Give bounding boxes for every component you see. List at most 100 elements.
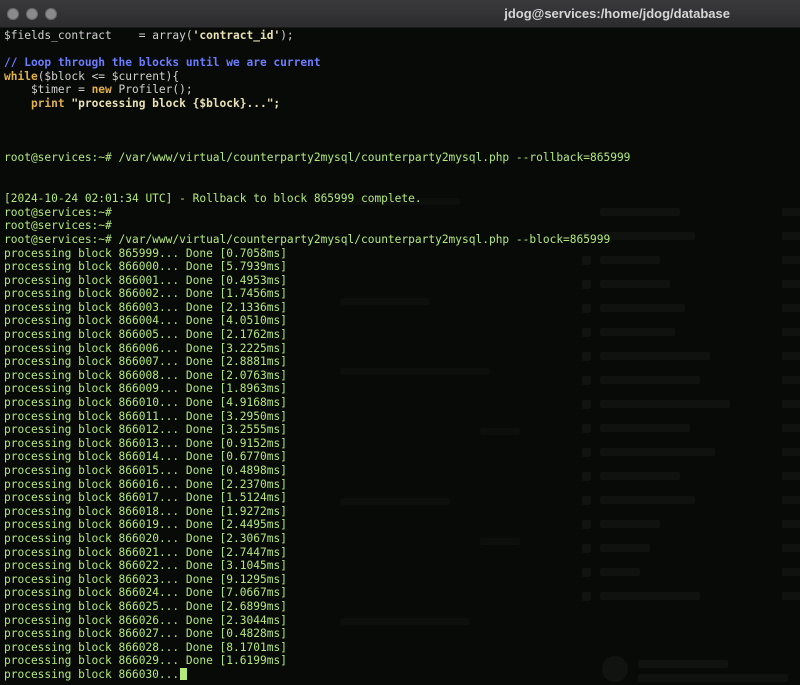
- block-output-line: processing block 866010... Done [4.9168m…: [4, 396, 800, 410]
- done-text: ... Done [: [158, 613, 227, 627]
- done-close: ]: [280, 287, 287, 301]
- done-text: ... Done [: [158, 368, 227, 382]
- processing-prefix: processing block: [4, 300, 119, 314]
- done-close: ]: [280, 341, 287, 355]
- block-output-line: processing block 866021... Done [2.7447m…: [4, 546, 800, 560]
- done-text: ... Done [: [158, 491, 227, 505]
- title-bar[interactable]: jdog@services:/home/jdog/database: [0, 0, 800, 28]
- done-text: ... Done [: [158, 273, 227, 287]
- processing-prefix: processing block: [4, 328, 119, 342]
- processing-prefix: processing block: [4, 572, 119, 586]
- done-close: ]: [280, 559, 287, 573]
- terminal-output[interactable]: $fields_contract = array('contract_id');…: [0, 28, 800, 685]
- processing-prefix: processing block: [4, 654, 119, 668]
- done-close: ]: [280, 328, 287, 342]
- block-number: 866003: [118, 300, 159, 314]
- done-close: ]: [280, 436, 287, 450]
- done-close: ]: [280, 273, 287, 287]
- done-close: ]: [280, 572, 287, 586]
- block-number: 866012: [118, 423, 159, 437]
- prompt-line: root@services:~#: [4, 219, 112, 233]
- done-close: ]: [280, 654, 287, 668]
- block-output-list: processing block 865999... Done [0.7058m…: [4, 247, 800, 668]
- block-number: 866028: [118, 640, 159, 654]
- processing-prefix: processing block: [4, 586, 119, 600]
- done-text: ... Done [: [158, 504, 227, 518]
- block-number: 866016: [118, 477, 159, 491]
- done-close: ]: [280, 504, 287, 518]
- command-line: root@services:~# /var/www/virtual/counte…: [4, 151, 631, 165]
- processing-prefix: processing block: [4, 341, 119, 355]
- block-number: 866005: [118, 328, 159, 342]
- close-window-button[interactable]: [7, 8, 19, 20]
- done-text: ... Done [: [158, 450, 227, 464]
- done-text: ... Done [: [158, 409, 227, 423]
- block-output-line: processing block 866003... Done [2.1336m…: [4, 301, 800, 315]
- done-close: ]: [280, 613, 287, 627]
- done-text: ... Done [: [158, 586, 227, 600]
- processing-prefix: processing block: [4, 613, 119, 627]
- processing-prefix: processing block: [4, 450, 119, 464]
- zoom-window-button[interactable]: [45, 8, 57, 20]
- block-time: 1.8963ms: [226, 382, 281, 396]
- block-output-line: processing block 866014... Done [0.6770m…: [4, 450, 800, 464]
- block-time: 8.1701ms: [226, 640, 281, 654]
- block-time: 3.1045ms: [226, 559, 281, 573]
- processing-prefix: processing block: [4, 246, 119, 260]
- done-text: ... Done [: [158, 572, 227, 586]
- processing-prefix: processing block: [4, 287, 119, 301]
- done-text: ... Done [: [158, 436, 227, 450]
- done-text: ... Done [: [158, 328, 227, 342]
- block-time: 2.1336ms: [226, 300, 281, 314]
- done-text: ... Done [: [158, 559, 227, 573]
- processing-prefix: processing block: [4, 260, 119, 274]
- processing-prefix: processing block: [4, 409, 119, 423]
- done-close: ]: [280, 246, 287, 260]
- done-close: ]: [280, 396, 287, 410]
- block-number: 866011: [118, 409, 159, 423]
- block-time: 4.9168ms: [226, 396, 281, 410]
- block-number: 866007: [118, 355, 159, 369]
- processing-prefix: processing block: [4, 504, 119, 518]
- done-close: ]: [280, 368, 287, 382]
- block-output-line: processing block 866005... Done [2.1762m…: [4, 328, 800, 342]
- done-close: ]: [280, 300, 287, 314]
- done-close: ]: [280, 586, 287, 600]
- block-number: 866027: [118, 627, 159, 641]
- done-text: ... Done [: [158, 382, 227, 396]
- processing-prefix: processing block: [4, 640, 119, 654]
- done-close: ]: [280, 382, 287, 396]
- block-output-line: processing block 866026... Done [2.3044m…: [4, 614, 800, 628]
- done-close: ]: [280, 545, 287, 559]
- done-text: ... Done [: [158, 314, 227, 328]
- block-output-line: processing block 866018... Done [1.9272m…: [4, 505, 800, 519]
- block-output-line: processing block 866016... Done [2.2370m…: [4, 478, 800, 492]
- done-text: ... Done [: [158, 518, 227, 532]
- command-line: root@services:~# /var/www/virtual/counte…: [4, 232, 611, 246]
- block-time: 0.4828ms: [226, 627, 281, 641]
- block-output-line: processing block 866009... Done [1.8963m…: [4, 382, 800, 396]
- block-output-line: processing block 866019... Done [2.4495m…: [4, 518, 800, 532]
- block-output-line: processing block 866025... Done [2.6899m…: [4, 600, 800, 614]
- block-time: 9.1295ms: [226, 572, 281, 586]
- minimize-window-button[interactable]: [26, 8, 38, 20]
- block-time: 1.9272ms: [226, 504, 281, 518]
- block-output-line: processing block 866024... Done [7.0667m…: [4, 586, 800, 600]
- done-close: ]: [280, 640, 287, 654]
- block-time: 0.6770ms: [226, 450, 281, 464]
- terminal-cursor: [180, 667, 188, 680]
- done-close: ]: [280, 355, 287, 369]
- block-output-line: processing block 866017... Done [1.5124m…: [4, 491, 800, 505]
- block-time: 7.0667ms: [226, 586, 281, 600]
- block-number: 866010: [118, 396, 159, 410]
- processing-prefix: processing block: [4, 368, 119, 382]
- done-text: ... Done [: [158, 640, 227, 654]
- block-output-line: processing block 866022... Done [3.1045m…: [4, 559, 800, 573]
- block-time: 5.7939ms: [226, 260, 281, 274]
- processing-prefix: processing block: [4, 627, 119, 641]
- block-output-line: processing block 866001... Done [0.4953m…: [4, 274, 800, 288]
- block-time: 3.2225ms: [226, 341, 281, 355]
